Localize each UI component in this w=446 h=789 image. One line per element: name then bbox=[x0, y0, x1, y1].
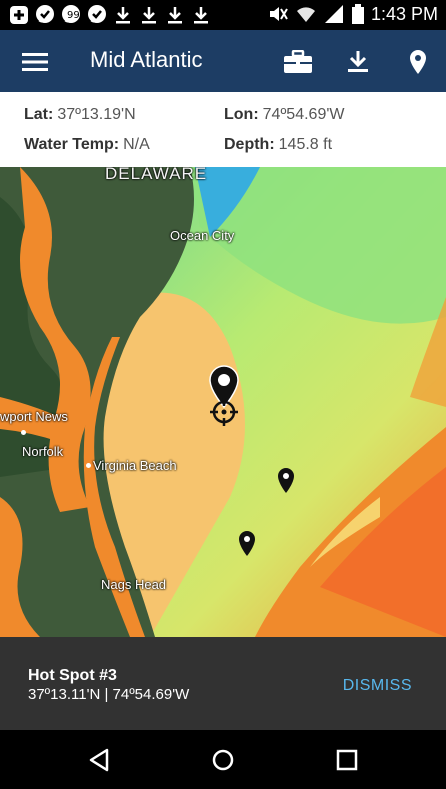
wifi-icon bbox=[296, 7, 315, 22]
app-bar: Mid Atlantic bbox=[0, 30, 446, 92]
depth-label: Depth: bbox=[224, 136, 275, 153]
hot-spot-pin[interactable] bbox=[276, 467, 296, 495]
chat-icon bbox=[88, 5, 106, 23]
selected-hot-spot-pin[interactable] bbox=[203, 365, 245, 427]
chat-icon bbox=[36, 5, 54, 23]
depth-field: Depth: 145.8 ft bbox=[224, 136, 332, 154]
chat-icon: 99 bbox=[62, 5, 80, 23]
map-label-delaware: DELAWARE bbox=[105, 167, 208, 183]
page-title: Mid Atlantic bbox=[90, 47, 203, 72]
hot-spot-snackbar: Hot Spot #3 37º13.11'N | 74º54.69'W DISM… bbox=[0, 637, 446, 730]
download-icon bbox=[348, 51, 368, 72]
map-label-ocean-city: Ocean City bbox=[170, 228, 235, 243]
back-icon[interactable] bbox=[85, 746, 113, 774]
map-label-norfolk: Norfolk bbox=[22, 444, 64, 459]
latitude-label: Lat: bbox=[24, 106, 54, 123]
depth-value: 145.8 ft bbox=[278, 136, 333, 153]
notification-icons: 99 bbox=[8, 4, 212, 26]
longitude-label: Lon: bbox=[224, 106, 259, 123]
download-button[interactable] bbox=[343, 48, 373, 76]
location-info-panel: Lat: 37º13.19'N Lon: 74º54.69'W Water Temp… bbox=[0, 92, 446, 167]
status-bar: 99 1:43 PM bbox=[0, 0, 446, 30]
city-dot bbox=[86, 463, 91, 468]
signal-icon bbox=[324, 5, 343, 23]
download-icon bbox=[142, 7, 156, 24]
briefcase-icon bbox=[284, 50, 312, 73]
mute-icon bbox=[269, 7, 288, 21]
plus-icon bbox=[10, 6, 28, 24]
water-temp-value: N/A bbox=[123, 136, 150, 153]
battery-icon bbox=[351, 4, 364, 24]
location-pin-icon bbox=[410, 50, 426, 74]
snackbar-coordinates: 37º13.11'N | 74º54.69'W bbox=[28, 686, 190, 703]
sea-surface-temp-map[interactable]: DELAWARE Ocean City wport News Norfolk V… bbox=[0, 167, 446, 637]
home-icon[interactable] bbox=[209, 746, 237, 774]
longitude-value: 74º54.69'W bbox=[262, 106, 345, 123]
download-icon bbox=[116, 7, 130, 24]
latitude-value: 37º13.19'N bbox=[57, 106, 136, 123]
navigation-bar bbox=[0, 730, 446, 789]
briefcase-button[interactable] bbox=[283, 48, 313, 76]
menu-icon bbox=[22, 53, 48, 71]
location-button[interactable] bbox=[403, 48, 433, 76]
snackbar-title: Hot Spot #3 bbox=[28, 667, 117, 684]
menu-button[interactable] bbox=[20, 48, 50, 76]
hot-spot-pin[interactable] bbox=[237, 530, 257, 558]
water-temp-label: Water Temp: bbox=[24, 136, 120, 153]
map-label-nags-head: Nags Head bbox=[101, 577, 167, 592]
svg-text:99: 99 bbox=[67, 10, 80, 21]
latitude-field: Lat: 37º13.19'N bbox=[24, 106, 136, 124]
map-label-newport-news: wport News bbox=[0, 409, 68, 424]
download-icon bbox=[168, 7, 182, 24]
system-icons: 1:43 PM bbox=[267, 3, 438, 25]
clock: 1:43 PM bbox=[370, 3, 438, 24]
longitude-field: Lon: 74º54.69'W bbox=[224, 106, 345, 124]
water-temp-field: Water Temp: N/A bbox=[24, 136, 150, 154]
download-icon bbox=[194, 7, 208, 24]
map-label-virginia-beach: Virginia Beach bbox=[93, 458, 177, 473]
dismiss-button[interactable]: DISMISS bbox=[343, 677, 412, 695]
city-dot bbox=[21, 430, 26, 435]
recents-icon[interactable] bbox=[333, 746, 361, 774]
